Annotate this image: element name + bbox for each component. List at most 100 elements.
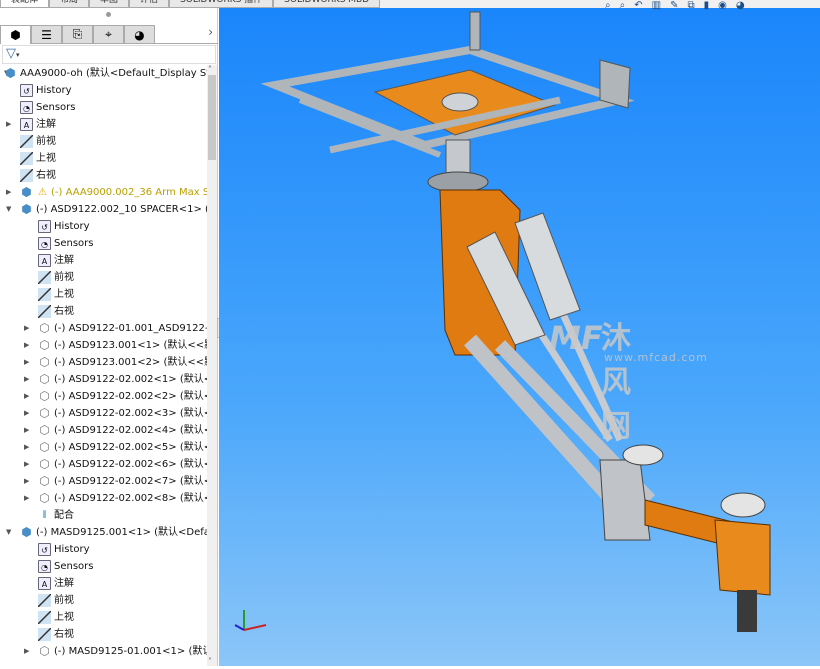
tree-item[interactable]: ↺ History [0, 541, 207, 558]
history-icon: ↺ [20, 84, 33, 97]
tree-item[interactable]: ▶ A 注解 [0, 116, 207, 133]
panel-tabs: ⬢ ☰ ⎘ ⌖ ◕ [0, 25, 218, 44]
collapse-arrow-icon[interactable]: ▼ [6, 524, 14, 541]
view-orientation-icon[interactable]: ⧉ [687, 0, 694, 11]
hide-show-icon[interactable]: ◉ [718, 0, 727, 11]
tree-item[interactable]: A 注解 [0, 575, 207, 592]
tree-item[interactable]: 前视 [0, 592, 207, 609]
tree-item[interactable]: ▶ ⬡ (-) ASD9123.001<2> (默认<<默认_ [0, 354, 207, 371]
expand-arrow-icon[interactable]: ▶ [24, 354, 32, 371]
tree-item[interactable]: ▶ ⬡ (-) ASD9122-02.002<1> (默认<<默 [0, 371, 207, 388]
tree-item[interactable]: 上视 [0, 286, 207, 303]
tree-item[interactable]: ◔ Sensors [0, 99, 207, 116]
command-tab[interactable]: SOLIDWORKS MBD [273, 0, 381, 8]
tree-item[interactable]: ↺ History [0, 218, 207, 235]
top-frame [260, 11, 635, 158]
previous-view-icon[interactable]: ↶ [634, 0, 642, 11]
tree-item[interactable]: ◔ Sensors [0, 558, 207, 575]
tree-item[interactable]: ▼ ⬢ (-) MASD9125.001<1> (默认<Default_ [0, 524, 207, 541]
tree-item[interactable]: ▶ ⬡ (-) MASD9125-01.001<1> (默认<< [0, 643, 207, 660]
tree-item[interactable]: ▼⬢AAA9000-oh (默认<Default_Display State- [0, 65, 207, 82]
scroll-down-icon[interactable]: ˅ [208, 657, 212, 666]
tree-item-label: 上视 [36, 153, 56, 164]
mate-icon: ⫴ [42, 510, 47, 521]
scrollbar-thumb[interactable] [208, 75, 216, 160]
expand-arrow-icon[interactable]: ▶ [24, 490, 32, 507]
collapse-arrow-icon[interactable]: ▼ [6, 201, 14, 218]
expand-arrow-icon[interactable]: ▶ [24, 643, 32, 660]
tree-item[interactable]: 上视 [0, 150, 207, 167]
graphics-viewport[interactable]: MF 沐风网 www.mfcad.com [219, 8, 820, 666]
dynamic-annotation-icon[interactable]: ✎ [670, 0, 678, 11]
tab-property-manager[interactable]: ☰ [31, 25, 62, 44]
assembly-model [260, 11, 771, 632]
scroll-up-icon[interactable]: ˄ [208, 65, 212, 74]
tree-scrollbar[interactable]: ˄ ˅ [207, 65, 217, 666]
tree-item[interactable]: A 注解 [0, 252, 207, 269]
tab-configuration-manager[interactable]: ⎘ [62, 25, 93, 44]
zoom-area-icon[interactable]: ⌕ [620, 0, 626, 11]
tree-item[interactable]: ▶ ⬡ (-) ASD9122-02.002<2> (默认<<默 [0, 388, 207, 405]
sensors-icon: ◔ [38, 237, 51, 250]
tree-item[interactable]: 右视 [0, 167, 207, 184]
zoom-to-fit-icon[interactable]: ⌕ [605, 0, 611, 11]
tree-item[interactable]: 右视 [0, 626, 207, 643]
part-icon: ⬡ [39, 338, 50, 352]
expand-arrow-icon[interactable]: ▶ [24, 422, 32, 439]
display-style-icon[interactable]: ▮ [704, 0, 710, 11]
tree-item[interactable]: ▶ ⬢ ⚠ (-) AAA9000.002_36 Arm Max Stro [0, 184, 207, 201]
tree-item[interactable]: ▶ ⬡ (-) ASD9122-02.002<7> (默认<<默 [0, 473, 207, 490]
history-icon: ↺ [38, 220, 51, 233]
tab-feature-manager[interactable]: ⬢ [0, 25, 31, 44]
tree-item[interactable]: ▶ ⬡ (-) ASD9122-02.002<6> (默认<<默 [0, 456, 207, 473]
part-icon: ⬡ [39, 491, 50, 505]
expand-arrow-icon[interactable]: ▶ [6, 184, 14, 201]
tree-item[interactable]: ▶ ⬡ (-) ASD9122-02.002<4> (默认<<默 [0, 422, 207, 439]
command-tab[interactable]: 评估 [129, 0, 170, 8]
part-icon: ⬡ [39, 372, 50, 386]
tree-item[interactable]: 上视 [0, 609, 207, 626]
tab-display-manager[interactable]: ◕ [124, 25, 155, 44]
tree-item[interactable]: 前视 [0, 133, 207, 150]
tree-item[interactable]: ▶ ⬡ (-) ASD9123.001<1> (默认<<默认_ [0, 337, 207, 354]
expand-arrow-icon[interactable]: ▶ [24, 388, 32, 405]
feature-manager-icon: ⬢ [10, 28, 21, 42]
expand-arrow-icon[interactable]: ▶ [24, 456, 32, 473]
expand-arrow-icon[interactable]: ▶ [24, 473, 32, 490]
tree-item[interactable]: ◔ Sensors [0, 235, 207, 252]
command-tab[interactable]: SOLIDWORKS 插件 [169, 0, 274, 8]
tree-item-label: (-) ASD9122-02.002<4> (默认<<默 [54, 425, 207, 436]
expand-arrow-icon[interactable]: ▶ [6, 116, 14, 133]
expand-arrow-icon[interactable]: ▶ [24, 337, 32, 354]
command-tab[interactable]: 装配体 [0, 0, 50, 8]
tree-item[interactable]: ▶ ⬡ (-) ASD9122-01.001_ASD9122-10< [0, 320, 207, 337]
filter-icon: ▽ [6, 46, 16, 61]
tree-item[interactable]: ▼ ⬢ (-) ASD9122.002_10 SPACER<1> (默认 [0, 201, 207, 218]
expand-arrow-icon[interactable]: ▶ [24, 439, 32, 456]
tree-item[interactable]: ⫴ 配合 [0, 507, 207, 524]
command-tab[interactable]: 布局 [49, 0, 90, 8]
filter-field[interactable]: ▽▾ [2, 45, 216, 64]
expand-arrow-icon[interactable]: ▶ [24, 405, 32, 422]
tree-item-label: Sensors [54, 561, 94, 572]
chevron-right-icon[interactable]: › [208, 25, 213, 39]
part-icon: ⬡ [39, 474, 50, 488]
tree-item[interactable]: 右视 [0, 303, 207, 320]
tree-item-label: 右视 [36, 170, 56, 181]
tree-item-label: (-) ASD9122-02.002<3> (默认<<默 [54, 408, 207, 419]
section-view-icon[interactable]: ▥ [652, 0, 661, 11]
expand-arrow-icon[interactable]: ▶ [24, 320, 32, 337]
appearance-icon[interactable]: ◕ [736, 0, 745, 11]
expand-arrow-icon[interactable]: ▶ [24, 371, 32, 388]
tree-item[interactable]: ▶ ⬡ (-) ASD9122-02.002<5> (默认<<默 [0, 439, 207, 456]
tab-dimxpert[interactable]: ⌖ [93, 25, 124, 44]
command-tab[interactable]: 草图 [89, 0, 130, 8]
tree-item[interactable]: ▶ ⬡ (-) ASD9122-02.002<3> (默认<<默 [0, 405, 207, 422]
panel-grip[interactable] [106, 12, 111, 17]
tree-item[interactable]: ↺ History [0, 82, 207, 99]
part-icon: ⬡ [39, 389, 50, 403]
tree-item-label: (-) AAA9000.002_36 Arm Max Stro [51, 187, 207, 198]
tree-item[interactable]: 前视 [0, 269, 207, 286]
heads-up-view-toolbar: ⌕ ⌕ ↶ ▥ ✎ ⧉ ▮ ◉ ◕ [605, 0, 745, 11]
tree-item[interactable]: ▶ ⬡ (-) ASD9122-02.002<8> (默认<<默 [0, 490, 207, 507]
